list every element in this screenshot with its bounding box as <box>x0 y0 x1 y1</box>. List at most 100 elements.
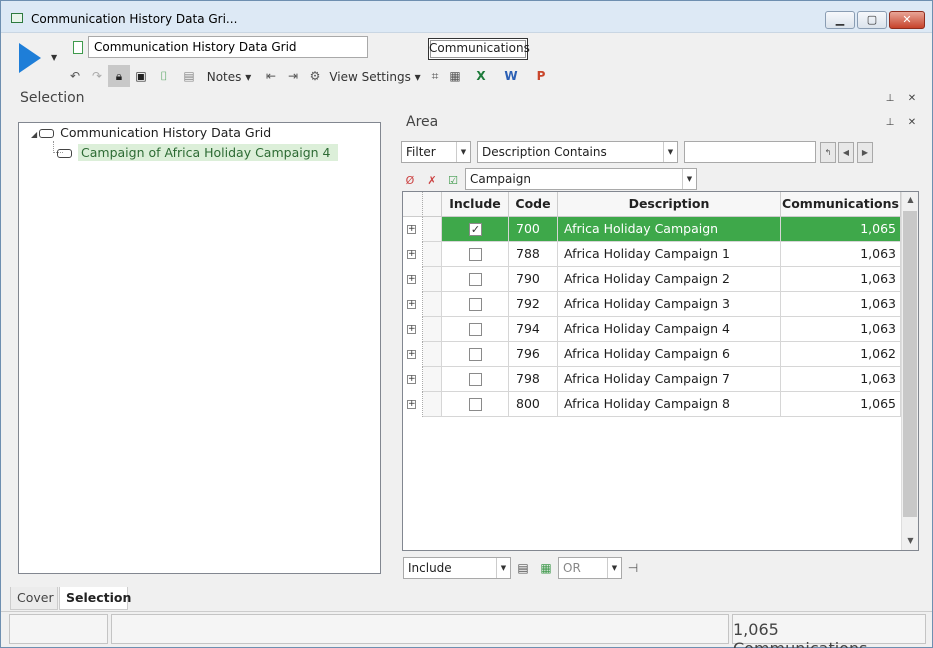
chevron-down-icon[interactable]: ▼ <box>496 558 510 578</box>
include-cell[interactable] <box>442 267 509 292</box>
logic-combo[interactable]: OR ▼ <box>558 557 622 579</box>
code-cell[interactable]: 798 <box>509 367 558 392</box>
include-checkbox[interactable] <box>469 398 482 411</box>
remove-icon[interactable]: ✗ <box>424 172 440 189</box>
scroll-up-icon[interactable]: ▲ <box>902 195 918 204</box>
row-indicator-cell[interactable] <box>423 292 442 317</box>
row-indicator-cell[interactable] <box>423 317 442 342</box>
expand-plus-icon[interactable]: + <box>407 250 416 259</box>
description-cell[interactable]: Africa Holiday Campaign 4 <box>558 317 781 342</box>
indent-icon[interactable]: ⇤ <box>263 68 279 85</box>
collapse-triangle-icon[interactable]: ◢ <box>31 130 37 139</box>
code-cell[interactable]: 800 <box>509 392 558 417</box>
row-indicator-cell[interactable] <box>423 217 442 242</box>
filter-mode-combo[interactable]: Description Contains ▼ <box>477 141 678 163</box>
communications-button[interactable]: Communications <box>428 38 530 60</box>
column-header-include[interactable]: Include <box>442 192 509 217</box>
chevron-down-icon[interactable]: ▼ <box>607 558 621 578</box>
tree-node-child[interactable]: Campaign of Africa Holiday Campaign 4 <box>57 144 339 161</box>
expand-plus-icon[interactable]: + <box>407 325 416 334</box>
description-cell[interactable]: Africa Holiday Campaign 7 <box>558 367 781 392</box>
row-indicator-cell[interactable] <box>423 342 442 367</box>
description-cell[interactable]: Africa Holiday Campaign 3 <box>558 292 781 317</box>
include-checkbox[interactable]: ✓ <box>469 223 482 236</box>
row-indicator-cell[interactable] <box>423 242 442 267</box>
table-row[interactable]: +796 Africa Holiday Campaign 6 1,062 <box>403 342 901 367</box>
code-cell[interactable]: 792 <box>509 292 558 317</box>
table-row[interactable]: +792 Africa Holiday Campaign 3 1,063 <box>403 292 901 317</box>
include-checkbox[interactable] <box>469 373 482 386</box>
tab-selection[interactable]: Selection <box>59 587 131 610</box>
expand-plus-icon[interactable]: + <box>407 225 416 234</box>
database-icon[interactable]: ⌷ <box>156 68 172 85</box>
code-cell[interactable]: 796 <box>509 342 558 367</box>
table-row[interactable]: +800 Africa Holiday Campaign 8 1,065 <box>403 392 901 417</box>
notes-menu[interactable]: Notes ▾ <box>203 67 255 87</box>
description-cell[interactable]: Africa Holiday Campaign 1 <box>558 242 781 267</box>
expand-plus-icon[interactable]: + <box>407 275 416 284</box>
close-panel-icon[interactable]: ✕ <box>903 91 921 107</box>
column-header-code[interactable]: Code <box>509 192 558 217</box>
column-header-communications[interactable]: Communications <box>781 192 901 217</box>
tree-node-root[interactable]: ◢ Communication History Data Grid <box>31 125 271 140</box>
expand-plus-icon[interactable]: + <box>407 375 416 384</box>
maximize-button[interactable]: ▢ <box>857 11 887 29</box>
filter-combo[interactable]: Filter ▼ <box>401 141 471 163</box>
communications-cell[interactable]: 1,065 <box>781 392 901 417</box>
include-cell[interactable]: ✓ <box>442 217 509 242</box>
column-header-description[interactable]: Description <box>558 192 781 217</box>
tab-cover[interactable]: Cover <box>10 587 58 610</box>
chevron-down-icon[interactable]: ▼ <box>456 142 470 162</box>
clear-filter-icon[interactable]: Ø <box>402 172 418 189</box>
expand-plus-icon[interactable]: + <box>407 350 416 359</box>
communications-cell[interactable]: 1,063 <box>781 317 901 342</box>
chevron-down-icon[interactable]: ▼ <box>663 142 677 162</box>
description-cell[interactable]: Africa Holiday Campaign 6 <box>558 342 781 367</box>
view-settings-menu[interactable]: View Settings ▾ <box>327 67 423 87</box>
table-row[interactable]: +798 Africa Holiday Campaign 7 1,063 <box>403 367 901 392</box>
area-pin-icon[interactable]: ⊥ <box>881 115 899 131</box>
table-row[interactable]: +790 Africa Holiday Campaign 2 1,063 <box>403 267 901 292</box>
scroll-down-icon[interactable]: ▼ <box>902 536 918 545</box>
communications-cell[interactable]: 1,065 <box>781 217 901 242</box>
row-indicator-cell[interactable] <box>423 392 442 417</box>
include-combo[interactable]: Include ▼ <box>403 557 511 579</box>
pin-icon[interactable]: ⊥ <box>881 91 899 107</box>
edit-grid-icon[interactable]: ▤ <box>515 560 531 577</box>
include-cell[interactable] <box>442 292 509 317</box>
table-row[interactable]: +794 Africa Holiday Campaign 4 1,063 <box>403 317 901 342</box>
row-indicator-cell[interactable] <box>423 367 442 392</box>
settings-icon[interactable]: ⚙ <box>307 68 323 85</box>
include-checkbox[interactable] <box>469 323 482 336</box>
outdent-icon[interactable]: ⇥ <box>285 68 301 85</box>
description-cell[interactable]: Africa Holiday Campaign 2 <box>558 267 781 292</box>
run-dropdown-chevron-icon[interactable]: ▼ <box>51 53 57 62</box>
prev-arrow-icon[interactable]: ◀ <box>838 142 854 163</box>
include-checkbox[interactable] <box>469 298 482 311</box>
communications-cell[interactable]: 1,063 <box>781 242 901 267</box>
filter-reset-icon[interactable]: ↰ <box>820 142 836 163</box>
communications-cell[interactable]: 1,062 <box>781 342 901 367</box>
close-button[interactable]: ✕ <box>889 11 925 29</box>
include-checkbox[interactable] <box>469 273 482 286</box>
notes-icon[interactable]: ▤ <box>181 68 197 85</box>
communications-cell[interactable]: 1,063 <box>781 367 901 392</box>
include-checkbox[interactable] <box>469 348 482 361</box>
code-cell[interactable]: 700 <box>509 217 558 242</box>
powerpoint-icon[interactable]: P <box>533 68 549 85</box>
word-icon[interactable]: W <box>503 68 519 85</box>
filter-text-input[interactable] <box>684 141 816 163</box>
description-cell[interactable]: Africa Holiday Campaign <box>558 217 781 242</box>
grid-icon[interactable]: ▦ <box>447 68 463 85</box>
checklist-icon[interactable]: ☑ <box>445 172 461 189</box>
field-combo[interactable]: Campaign ▼ <box>465 168 697 190</box>
expand-plus-icon[interactable]: + <box>407 300 416 309</box>
minimize-button[interactable]: ▁ <box>825 11 855 29</box>
selection-name-input[interactable] <box>88 36 368 58</box>
description-cell[interactable]: Africa Holiday Campaign 8 <box>558 392 781 417</box>
include-cell[interactable] <box>442 367 509 392</box>
scroll-thumb[interactable] <box>903 211 917 517</box>
include-cell[interactable] <box>442 242 509 267</box>
undo-icon[interactable]: ↶ <box>67 68 83 85</box>
excel-icon[interactable]: X <box>473 68 489 85</box>
